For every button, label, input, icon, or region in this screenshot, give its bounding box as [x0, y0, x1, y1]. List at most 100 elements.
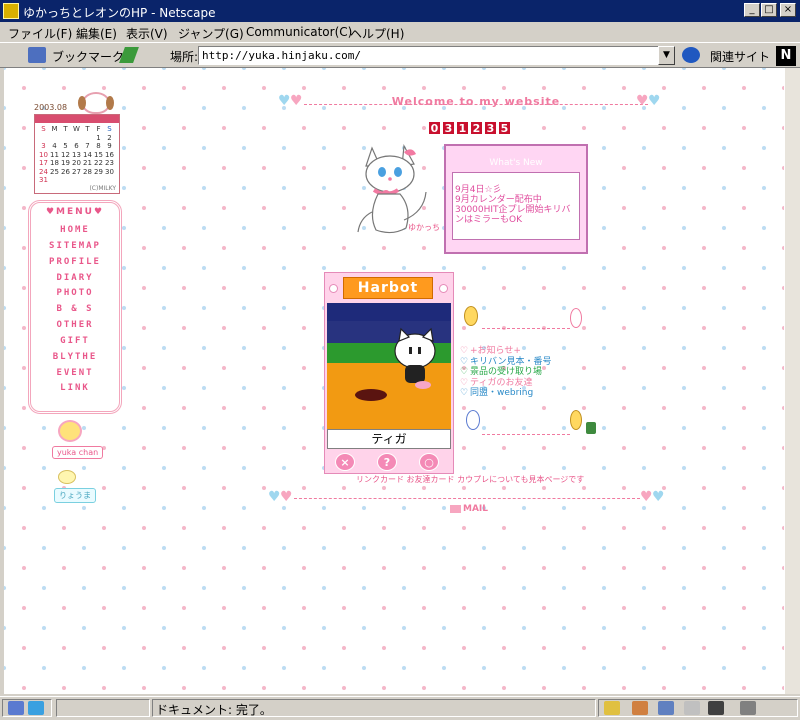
calendar-day: [71, 134, 82, 143]
tiga-friends-link[interactable]: ♡ ティガのお友達: [460, 378, 551, 389]
news-line: 9月カレンダー配布中: [455, 195, 542, 205]
menu-link-bs[interactable]: B & S: [31, 304, 119, 314]
plant-icon: [586, 422, 596, 434]
progress-cell: [56, 699, 150, 717]
bookmark-icon[interactable]: [28, 47, 46, 63]
calendar-day: 17: [39, 159, 48, 167]
menu-help[interactable]: ヘルプ(H): [350, 25, 404, 42]
news-link-label[interactable]: +お知らせ+: [470, 346, 521, 356]
mail-link[interactable]: MAIL: [450, 504, 488, 514]
calendar-day: [60, 134, 71, 143]
calendar-day: 8: [96, 142, 101, 150]
harbot-dot: [329, 284, 338, 293]
heart-icon: ♡: [460, 367, 469, 377]
url-dropdown-button[interactable]: ▼: [658, 46, 675, 65]
prize-link-label[interactable]: 景品の受け取り場: [470, 367, 542, 377]
menu-link-sitemap[interactable]: SITEMAP: [31, 241, 119, 251]
harbot-close-button[interactable]: ×: [335, 453, 355, 471]
minimize-button[interactable]: _: [744, 3, 760, 17]
cat-credit: ゆかっち: [408, 223, 440, 232]
heart-icon: ♡: [460, 356, 469, 367]
harbot-logo[interactable]: Harbot: [343, 277, 433, 299]
menu-communicator[interactable]: Communicator(C): [246, 25, 352, 39]
security-icon[interactable]: [8, 701, 24, 715]
heart-icon: ♥: [640, 489, 653, 505]
newsgroups-icon[interactable]: [658, 701, 674, 715]
calendar-day: 4: [52, 142, 57, 150]
whats-new-title: What's New: [489, 158, 543, 168]
link-card-note[interactable]: リンクカード お友達カード カウプレについても見本ページです: [356, 474, 596, 485]
welcome-title: Welcome to my website: [391, 95, 561, 108]
counter-digit: 2: [470, 121, 483, 135]
kiriban-link-label[interactable]: キリバン見本・番号: [470, 357, 551, 367]
yellow-character-icon: [570, 410, 582, 430]
calendar-day: [71, 176, 82, 185]
status-bar: ドキュメント: 完了。: [0, 696, 800, 720]
address-book-icon[interactable]: [684, 701, 700, 715]
bookmark-button[interactable]: ブックマーク: [52, 48, 124, 65]
menu-bar: ファイル(F) 編集(E) 表示(V) ジャンプ(G) Communicator…: [0, 22, 800, 42]
ryoma-badge[interactable]: りょうま: [54, 488, 96, 503]
vertical-scrollbar[interactable]: [784, 68, 800, 694]
links-divider: [482, 434, 570, 435]
mail-label[interactable]: MAIL: [463, 504, 488, 514]
harbot-help-button[interactable]: ?: [377, 453, 397, 471]
webring-link[interactable]: ♡ 同盟・webring: [460, 388, 551, 399]
menu-link-photo[interactable]: PHOTO: [31, 288, 119, 298]
whats-new-content: 9月4日☆彡 9月カレンダー配布中 30000HIT企プレ開始キリバ ンはミラー…: [452, 172, 580, 240]
heart-icon: ♥: [278, 93, 291, 109]
harbot-action-button[interactable]: ○: [419, 453, 439, 471]
menu-link-diary[interactable]: DIARY: [31, 273, 119, 283]
menu-link-event[interactable]: EVENT: [31, 368, 119, 378]
mail-icon[interactable]: [632, 701, 648, 715]
calendar-day: 24: [39, 167, 48, 176]
kiriban-link[interactable]: ♡ キリバン見本・番号: [460, 357, 551, 368]
menu-link-blythe[interactable]: BLYTHE: [31, 352, 119, 362]
calendar-day: 1: [96, 133, 101, 142]
prize-link[interactable]: ♡ 景品の受け取り場: [460, 367, 551, 378]
location-label: 場所:: [170, 50, 199, 64]
calendar-day: 3: [41, 142, 46, 150]
harbot-screen[interactable]: [327, 303, 451, 429]
menu-link-home[interactable]: HOME: [31, 225, 119, 235]
menu-link-profile[interactable]: PROFILE: [31, 257, 119, 267]
heart-icon: ♡: [460, 346, 469, 356]
menu-link-link[interactable]: LINK: [31, 383, 119, 393]
yuka-character-icon[interactable]: [58, 420, 82, 442]
menu-link-gift[interactable]: GIFT: [31, 336, 119, 346]
menu-link-other[interactable]: OTHER: [31, 320, 119, 330]
webring-link-label[interactable]: 同盟・webring: [470, 388, 533, 398]
calendar-grid: S M T W T F S 1 2 3 4 5 6 7 8 9 10 11 12…: [38, 125, 118, 185]
pink-character-icon: [570, 308, 582, 328]
menu-file[interactable]: ファイル(F): [8, 25, 72, 42]
navigator-icon[interactable]: [604, 701, 620, 715]
menu-edit[interactable]: 編集(E): [76, 25, 117, 42]
calendar-day: 28: [83, 167, 92, 176]
calendar-day: [49, 176, 60, 185]
menu-go[interactable]: ジャンプ(G): [178, 25, 244, 42]
yuka-chan-badge[interactable]: yuka chan: [52, 446, 104, 459]
ryoma-character-icon[interactable]: [58, 470, 76, 484]
edit-icon[interactable]: [740, 701, 756, 715]
calendar-day: 6: [74, 142, 79, 150]
calendar-widget: 2003.08 S M T W T F S 1 2 3 4 5 6 7 8 9 …: [34, 103, 120, 194]
puppy-icon: [78, 92, 114, 114]
calendar-day: [38, 134, 49, 143]
url-field[interactable]: http://yuka.hinjaku.com/: [198, 46, 662, 65]
bottom-divider: [294, 498, 640, 499]
calendar-day: 21: [83, 159, 92, 167]
menu-title: ♥MENU♥: [45, 207, 105, 217]
news-link[interactable]: ♡ +お知らせ+: [460, 346, 551, 357]
calendar-day: 14: [83, 150, 92, 159]
window-title: ゆかっちとレオンのHP - Netscape: [23, 6, 216, 20]
weekday: T: [85, 125, 90, 133]
harbot-name: ティガ: [327, 429, 451, 449]
close-button[interactable]: ×: [780, 3, 796, 17]
related-sites-icon[interactable]: [682, 47, 700, 63]
related-sites-button[interactable]: 関連サイト: [710, 48, 770, 65]
netscape-logo[interactable]: N: [776, 46, 796, 66]
composer-icon[interactable]: [708, 701, 724, 715]
tiga-friends-link-label[interactable]: ティガのお友達: [470, 378, 532, 388]
maximize-button[interactable]: □: [761, 3, 777, 17]
menu-view[interactable]: 表示(V): [126, 25, 168, 42]
